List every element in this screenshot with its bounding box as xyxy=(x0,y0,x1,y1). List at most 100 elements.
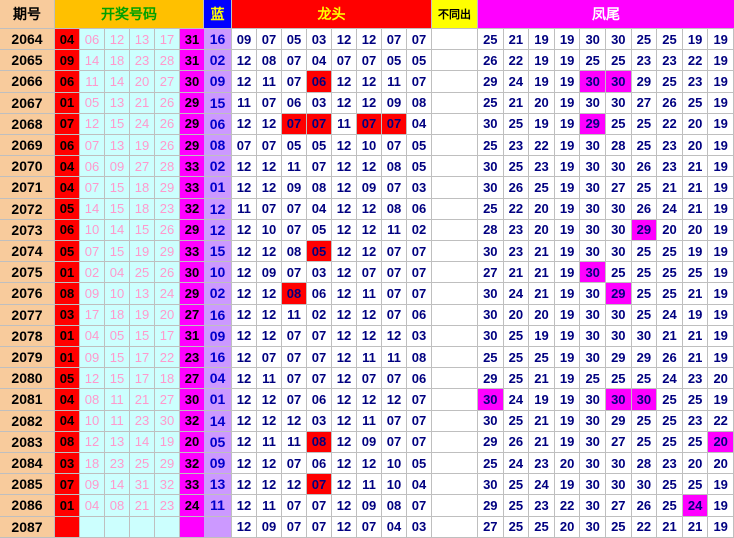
draw-number-cell: 29 xyxy=(155,241,180,263)
fengwei-cell: 25 xyxy=(657,262,683,284)
longtou-cell: 07 xyxy=(232,135,257,157)
longtou-cell: 11 xyxy=(257,368,282,390)
draw-number-cell: 04 xyxy=(55,29,80,51)
fengwei-cell: 26 xyxy=(503,177,530,199)
draw-number-cell: 04 xyxy=(80,325,105,347)
fengwei-cell: 25 xyxy=(503,368,530,390)
fengwei-cell: 30 xyxy=(478,113,504,135)
draw-number-cell: 14 xyxy=(105,71,130,93)
period-cell: 2073 xyxy=(0,219,55,241)
fengwei-cell: 30 xyxy=(580,474,606,496)
fengwei-cell: 22 xyxy=(503,198,530,220)
longtou-cell: 06 xyxy=(307,453,332,475)
fengwei-cell: 20 xyxy=(708,368,734,390)
period-cell: 2080 xyxy=(0,368,55,390)
draw-number-cell: 23 xyxy=(180,347,205,369)
fengwei-cell: 25 xyxy=(503,113,530,135)
longtou-cell: 07 xyxy=(382,304,407,326)
draw-number-cell: 19 xyxy=(155,431,180,453)
blue-number-cell: 13 xyxy=(204,474,232,496)
draw-number-cell: 26 xyxy=(155,113,180,135)
longtou-cell: 07 xyxy=(407,431,432,453)
fengwei-cell: 25 xyxy=(682,262,709,284)
fengwei-cell: 19 xyxy=(554,92,581,114)
longtou-cell: 10 xyxy=(382,453,407,475)
draw-number-cell: 33 xyxy=(180,156,205,178)
longtou-cell: 12 xyxy=(357,29,382,51)
fengwei-cell: 21 xyxy=(657,325,683,347)
longtou-cell: 12 xyxy=(357,156,382,178)
period-cell: 2076 xyxy=(0,283,55,305)
fengwei-cell: 30 xyxy=(580,389,606,411)
fengwei-cell: 20 xyxy=(708,431,734,453)
draw-number-cell: 06 xyxy=(55,219,80,241)
draw-number-cell: 01 xyxy=(55,325,80,347)
longtou-cell: 12 xyxy=(332,347,357,369)
blue-number-cell: 02 xyxy=(204,50,232,72)
fengwei-cell: 25 xyxy=(631,241,658,263)
fengwei-cell: 21 xyxy=(682,347,709,369)
draw-number-cell: 19 xyxy=(130,241,155,263)
fengwei-cell: 29 xyxy=(478,495,504,517)
fengwei-cell: 25 xyxy=(682,431,709,453)
longtou-cell: 12 xyxy=(232,389,257,411)
draw-number-cell: 31 xyxy=(130,474,155,496)
draw-number-cell: 31 xyxy=(180,29,205,51)
fengwei-cell: 29 xyxy=(478,71,504,93)
fengwei-cell: 29 xyxy=(631,347,658,369)
longtou-cell: 12 xyxy=(232,156,257,178)
longtou-cell: 07 xyxy=(282,453,307,475)
fengwei-cell: 30 xyxy=(631,325,658,347)
fengwei-cell: 23 xyxy=(657,50,683,72)
fengwei-cell: 30 xyxy=(580,71,606,93)
not-same-cell xyxy=(432,219,478,241)
longtou-cell: 07 xyxy=(257,198,282,220)
longtou-cell: 11 xyxy=(382,71,407,93)
longtou-cell: 07 xyxy=(407,283,432,305)
fengwei-cell: 20 xyxy=(503,304,530,326)
not-same-cell xyxy=(432,304,478,326)
longtou-cell: 12 xyxy=(357,304,382,326)
longtou-cell: 08 xyxy=(257,50,282,72)
blue-number-cell: 15 xyxy=(204,241,232,263)
fengwei-cell: 25 xyxy=(631,135,658,157)
longtou-cell: 12 xyxy=(332,304,357,326)
fengwei-cell: 30 xyxy=(580,453,606,475)
longtou-cell: 12 xyxy=(332,241,357,263)
draw-number-cell: 15 xyxy=(105,113,130,135)
longtou-cell: 07 xyxy=(307,156,332,178)
blue-number-cell: 15 xyxy=(204,92,232,114)
longtou-cell: 04 xyxy=(407,474,432,496)
fengwei-cell: 19 xyxy=(554,198,581,220)
blue-number-cell: 12 xyxy=(204,219,232,241)
longtou-cell: 08 xyxy=(407,92,432,114)
longtou-cell: 11 xyxy=(357,347,382,369)
fengwei-cell: 21 xyxy=(529,431,555,453)
draw-number-cell: 30 xyxy=(180,262,205,284)
longtou-cell: 12 xyxy=(257,410,282,432)
draw-number-cell: 05 xyxy=(80,92,105,114)
fengwei-cell: 19 xyxy=(529,50,555,72)
fengwei-cell: 19 xyxy=(554,410,581,432)
draw-number-cell: 06 xyxy=(55,135,80,157)
draw-number-cell: 11 xyxy=(105,410,130,432)
longtou-cell: 07 xyxy=(357,50,382,72)
draw-number-cell: 19 xyxy=(130,304,155,326)
draw-number-cell: 31 xyxy=(180,325,205,347)
longtou-cell: 12 xyxy=(332,453,357,475)
draw-number-cell: 26 xyxy=(155,92,180,114)
longtou-cell: 12 xyxy=(232,262,257,284)
longtou-cell: 12 xyxy=(232,304,257,326)
fengwei-cell: 19 xyxy=(708,177,734,199)
longtou-cell: 07 xyxy=(282,262,307,284)
blue-number-cell: 02 xyxy=(204,283,232,305)
fengwei-cell: 19 xyxy=(554,325,581,347)
longtou-cell: 12 xyxy=(332,262,357,284)
longtou-cell: 11 xyxy=(332,113,357,135)
draw-number-cell: 13 xyxy=(130,283,155,305)
fengwei-cell: 20 xyxy=(682,135,709,157)
longtou-cell: 12 xyxy=(232,474,257,496)
fengwei-cell: 27 xyxy=(606,431,632,453)
not-same-cell xyxy=(432,262,478,284)
draw-number-cell: 04 xyxy=(105,262,130,284)
